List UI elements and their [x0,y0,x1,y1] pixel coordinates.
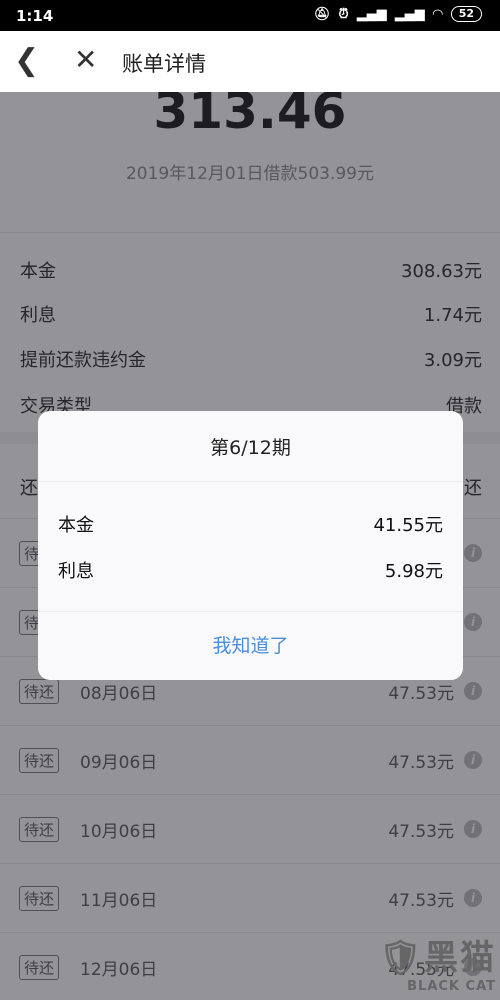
status-bar: 1:14 🔕︎ ⏰︎ ▂▄▆ ▂▄▆ ◠ 52 [0,0,500,31]
alarm-icon: ⏰︎ [338,6,349,22]
signal-icon: ▂▄▆ [356,6,387,22]
nav-header: ❮ ✕ 账单详情 [0,31,500,92]
dialog-row: 利息 5.98元 [58,561,443,582]
status-time: 1:14 [16,7,54,25]
divider [38,611,463,612]
dialog-row: 本金 41.55元 [58,515,443,536]
divider [38,481,463,482]
wifi-icon: ◠ [432,6,443,22]
back-icon[interactable]: ❮ [14,43,39,78]
signal-icon: ▂▄▆ [394,6,425,22]
installment-dialog: 第6/12期 本金 41.55元 利息 5.98元 我知道了 [38,411,463,680]
battery-icon: 52 [450,6,482,22]
dialog-title: 第6/12期 [210,437,291,459]
acknowledge-button[interactable]: 我知道了 [38,631,463,658]
page-title: 账单详情 [122,52,206,76]
mute-icon: 🔕︎ [314,6,331,22]
close-icon[interactable]: ✕ [74,43,97,76]
black-cat-watermark: 🛡︎黑猫 BLACK CAT [378,938,496,994]
